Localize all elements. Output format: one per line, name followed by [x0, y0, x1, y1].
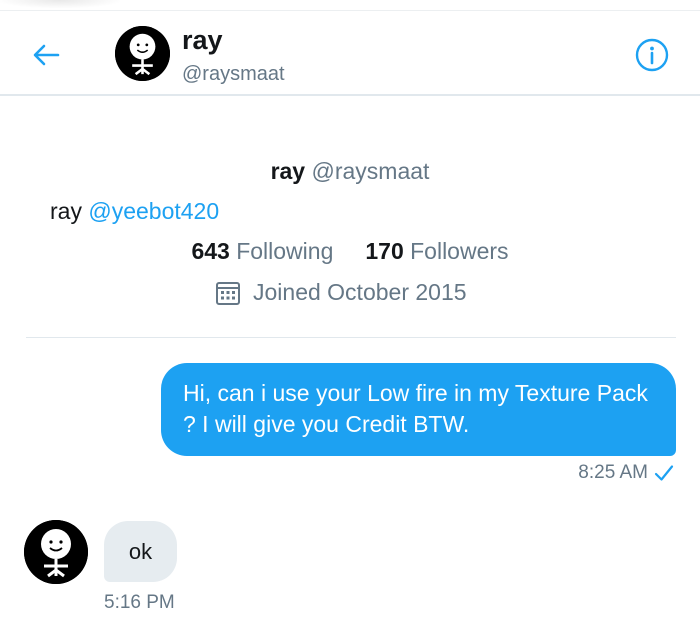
- avatar-doodle-image: [115, 26, 170, 81]
- profile-summary[interactable]: ray @raysmaat: [0, 158, 700, 185]
- status-shadow: [0, 0, 120, 8]
- profile-handle: @raysmaat: [311, 158, 430, 184]
- conversation-handle: @raysmaat: [182, 63, 285, 85]
- received-message-text: ok: [128, 538, 153, 564]
- following-stat[interactable]: 643 Following: [191, 238, 333, 264]
- avatar-doodle-image: [24, 520, 88, 584]
- conversation-header: ray @raysmaat: [0, 10, 700, 96]
- received-message-bubble[interactable]: ok: [104, 521, 177, 582]
- calendar-icon: [216, 281, 240, 305]
- info-icon: [635, 38, 669, 72]
- sent-message-bubble[interactable]: Hi, can i use your Low fire in my Textur…: [161, 363, 676, 456]
- dm-conversation-screen: ray @raysmaat ray @raysmaat ray @yeebot4…: [0, 0, 700, 631]
- divider: [26, 337, 676, 338]
- avatar[interactable]: [115, 26, 170, 81]
- arrow-left-icon: [33, 44, 60, 66]
- followers-count: 170: [365, 238, 404, 264]
- checkmark-icon: [654, 465, 674, 481]
- bio-text: ray: [50, 198, 89, 224]
- joined-date: Joined October 2015: [215, 279, 467, 306]
- profile-name: ray: [270, 158, 306, 184]
- conversation-name: ray: [182, 25, 223, 55]
- info-button[interactable]: [635, 38, 669, 72]
- profile-bio: ray @yeebot420: [50, 198, 219, 225]
- sent-message-meta: 8:25 AM: [578, 462, 674, 484]
- following-count: 643: [191, 238, 230, 264]
- sent-message-time: 8:25 AM: [578, 462, 648, 483]
- back-button[interactable]: [30, 41, 62, 69]
- sender-avatar[interactable]: [24, 520, 88, 584]
- followers-stat[interactable]: 170 Followers: [365, 238, 508, 264]
- profile-stats: 643 Following 170 Followers: [0, 238, 700, 265]
- bio-mention-link[interactable]: @yeebot420: [88, 198, 219, 224]
- following-label: Following: [236, 238, 334, 264]
- received-message-time: 5:16 PM: [104, 592, 175, 613]
- followers-label: Followers: [410, 238, 509, 264]
- joined-text: Joined October 2015: [253, 279, 467, 305]
